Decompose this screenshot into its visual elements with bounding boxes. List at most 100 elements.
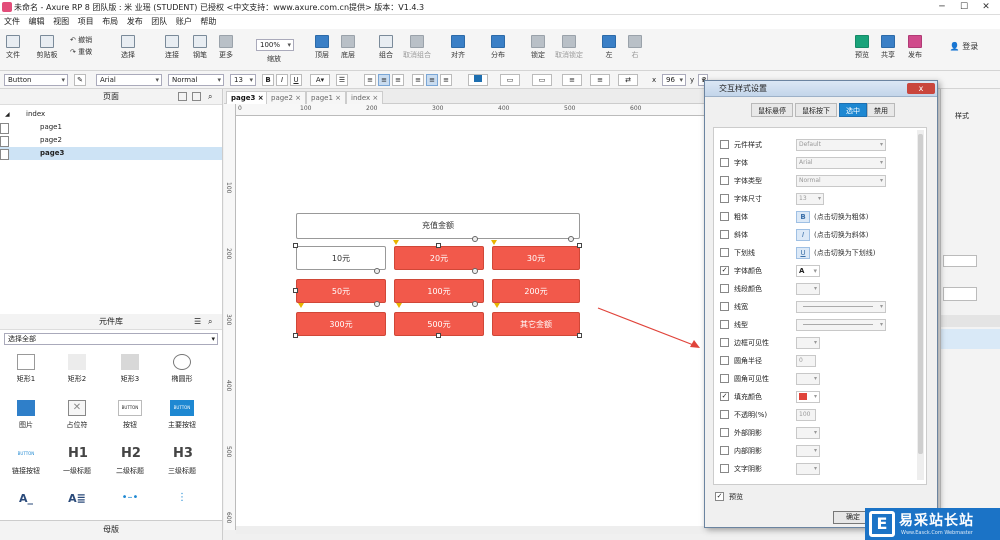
resize-handle[interactable] (436, 333, 441, 338)
align-center-text-icon[interactable]: ≡ (378, 74, 390, 86)
font-select[interactable]: Arial (96, 74, 162, 86)
login-button[interactable]: 👤 登录 (944, 41, 984, 52)
checkbox[interactable] (720, 446, 729, 455)
line-width-button[interactable]: ≡ (562, 74, 582, 86)
unlock-button[interactable]: 取消锁定 (552, 35, 586, 60)
menu-help[interactable]: 帮助 (200, 15, 216, 29)
bullet-list-icon[interactable]: ☰ (336, 74, 348, 86)
preview-checkbox[interactable]: ✓ (715, 492, 724, 501)
resize-handle[interactable] (293, 288, 298, 293)
amount-button-30[interactable]: 30元 (492, 246, 580, 270)
menu-project[interactable]: 项目 (78, 15, 94, 29)
font-select[interactable]: Arial (796, 157, 886, 169)
menu-team[interactable]: 团队 (151, 15, 167, 29)
redo-button[interactable]: ↷ 重做 (70, 47, 100, 57)
amount-button-other[interactable]: 其它金额 (492, 312, 580, 336)
bold-toggle[interactable]: B (796, 211, 810, 223)
corner-radius-handle[interactable] (472, 236, 478, 242)
distribute-button[interactable]: 分布 (486, 35, 510, 60)
valign-top-icon[interactable]: ≡ (412, 74, 424, 86)
lock-button[interactable]: 锁定 (528, 35, 548, 60)
line-style-select[interactable] (796, 319, 886, 331)
align-left-text-icon[interactable]: ≡ (364, 74, 376, 86)
checkbox-checked[interactable]: ✓ (720, 392, 729, 401)
amount-button-20[interactable]: 20元 (394, 246, 484, 270)
add-page-icon[interactable] (178, 92, 187, 101)
lib-rect2[interactable]: 矩形2 (57, 354, 97, 384)
lib-placeholder[interactable]: ✕ 占位符 (57, 400, 97, 430)
tree-item-page3[interactable]: page3 (0, 147, 222, 160)
more-button[interactable]: 更多 (214, 35, 238, 60)
file-button[interactable]: 文件 (4, 35, 22, 60)
lib-rect3[interactable]: 矩形3 (110, 354, 150, 384)
lib-primary-button[interactable]: BUTTON 主要按钮 (162, 400, 202, 430)
ungroup-button[interactable]: 取消组合 (400, 35, 434, 60)
checkbox[interactable] (720, 230, 729, 239)
tab-mouse-down[interactable]: 鼠标按下 (795, 103, 837, 117)
tab-page2[interactable]: page2 × (266, 91, 307, 104)
checkbox[interactable] (720, 302, 729, 311)
amount-button-50[interactable]: 50元 (296, 279, 386, 303)
add-folder-icon[interactable] (192, 92, 201, 101)
italic-button[interactable]: I (276, 74, 288, 86)
bold-button[interactable]: B (262, 74, 274, 86)
library-search-icon[interactable]: ⌕ (208, 314, 212, 330)
checkbox[interactable] (720, 212, 729, 221)
outer-shadow-select[interactable] (796, 427, 820, 439)
lib-h2[interactable]: H2 二级标题 (110, 446, 150, 476)
menu-icon[interactable]: ☰ (194, 314, 201, 330)
tab-page1[interactable]: page1 × (306, 91, 347, 104)
line-color-picker[interactable] (796, 283, 820, 295)
menu-edit[interactable]: 编辑 (29, 15, 45, 29)
lib-link-button[interactable]: BUTTON 链接按钮 (6, 446, 46, 476)
corner-radius-handle[interactable] (374, 301, 380, 307)
fill-color-picker[interactable] (796, 391, 820, 403)
checkbox-checked[interactable]: ✓ (720, 266, 729, 275)
widget-type-select[interactable]: Button (4, 74, 68, 86)
style-tab[interactable]: 样式 (955, 111, 969, 121)
group-button[interactable]: 组合 (376, 35, 396, 60)
library-select[interactable]: 选择全部 (4, 333, 218, 345)
checkbox[interactable] (720, 410, 729, 419)
zoom-select[interactable]: 100% (256, 39, 294, 51)
preview-option[interactable]: ✓ 预览 (715, 491, 775, 503)
tab-disabled[interactable]: 禁用 (867, 103, 895, 117)
font-color-button[interactable]: A▾ (310, 74, 330, 86)
tab-page3[interactable]: page3 × (226, 91, 269, 104)
line-width-select[interactable] (796, 301, 886, 313)
border-color-button[interactable]: ▭ (500, 74, 520, 86)
menu-layout[interactable]: 布局 (102, 15, 118, 29)
resize-handle[interactable] (293, 243, 298, 248)
checkbox[interactable] (720, 356, 729, 365)
amount-button-100[interactable]: 100元 (394, 279, 484, 303)
text-shadow-select[interactable] (796, 463, 820, 475)
menu-view[interactable]: 视图 (53, 15, 69, 29)
resize-handle[interactable] (577, 243, 582, 248)
clipboard-button[interactable]: 剪贴板 (34, 35, 60, 60)
tree-item-index[interactable]: ◢ index (0, 108, 222, 121)
align-button[interactable]: 对齐 (446, 35, 470, 60)
fill-color-button[interactable] (468, 74, 488, 86)
font-color-picker[interactable]: A (796, 265, 820, 277)
corner-radius-input[interactable]: 0 (796, 355, 816, 367)
bring-top-button[interactable]: 顶层 (312, 35, 332, 60)
share-button[interactable]: 共享 (878, 35, 898, 60)
shadow-button[interactable]: ▭ (532, 74, 552, 86)
lib-hline[interactable]: •–• (110, 492, 150, 512)
send-bottom-button[interactable]: 底层 (338, 35, 358, 60)
amount-button-300[interactable]: 300元 (296, 312, 386, 336)
resize-handle[interactable] (293, 333, 298, 338)
underline-button[interactable]: U (290, 74, 302, 86)
tree-item-page2[interactable]: page2 (0, 134, 222, 147)
font-type-select[interactable]: Normal (796, 175, 886, 187)
corner-radius-handle[interactable] (374, 268, 380, 274)
style-icon[interactable]: ✎ (74, 74, 86, 86)
checkbox[interactable] (720, 338, 729, 347)
amount-button-10[interactable]: 10元 (296, 246, 386, 270)
maximize-icon[interactable]: ☐ (954, 1, 974, 13)
design-canvas[interactable]: 充值金额 10元 20元 30元 50元 100元 200元 300元 500元… (236, 116, 704, 526)
underline-toggle[interactable]: U (796, 247, 810, 259)
checkbox[interactable] (720, 140, 729, 149)
lib-h1[interactable]: H1 一级标题 (57, 446, 97, 476)
inspector-select[interactable] (943, 255, 977, 267)
